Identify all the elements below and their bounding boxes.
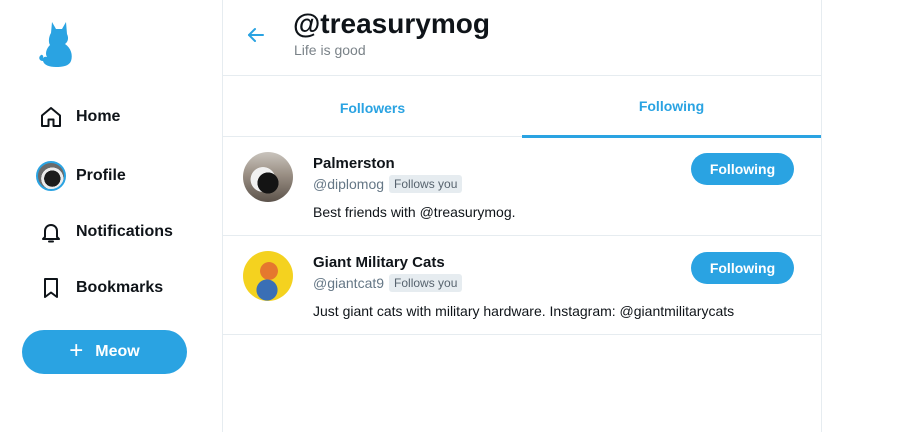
nav-profile-label: Profile [76, 167, 126, 184]
user-description: Just giant cats with military hardware. … [313, 303, 735, 319]
bell-icon [36, 217, 66, 247]
following-button[interactable]: Following [691, 252, 794, 284]
list-item[interactable]: Giant Military Cats @giantcat9 Follows y… [223, 236, 822, 335]
nav-bookmarks-label: Bookmarks [76, 279, 164, 296]
avatar[interactable] [243, 251, 293, 301]
meow-button-label: Meow [95, 343, 140, 360]
user-name[interactable]: Giant Military Cats [313, 254, 445, 271]
nav-home-label: Home [76, 108, 121, 125]
plus-icon: + [69, 337, 84, 364]
follows-you-badge: Follows you [389, 175, 463, 193]
follows-you-badge: Follows you [389, 274, 463, 292]
list-item[interactable]: Palmerston @diplomog Follows you Best fr… [223, 137, 822, 236]
arrow-left-icon[interactable] [245, 24, 267, 46]
main-column: @treasurymog Life is good Followers Foll… [222, 0, 822, 432]
following-button[interactable]: Following [691, 153, 794, 185]
nav-notifications[interactable]: Notifications [36, 214, 173, 250]
user-name[interactable]: Palmerston [313, 155, 395, 172]
avatar[interactable] [243, 152, 293, 202]
avatar [36, 161, 66, 191]
nav-home[interactable]: Home [36, 99, 120, 135]
nav-notifications-label: Notifications [76, 223, 173, 240]
cat-logo-icon[interactable] [38, 20, 74, 68]
nav-profile[interactable]: Profile [36, 158, 126, 194]
app: Home Profile Notifications Bookmarks + M… [0, 0, 901, 432]
sidebar: Home Profile Notifications Bookmarks + M… [0, 0, 222, 432]
user-handle[interactable]: @giantcat9 [313, 275, 384, 291]
profile-avatar [36, 161, 66, 191]
user-handle[interactable]: @diplomog [313, 176, 384, 192]
tab-followers[interactable]: Followers [223, 76, 522, 137]
home-icon [36, 102, 66, 132]
bookmark-icon [36, 273, 66, 303]
user-description: Best friends with @treasurymog. [313, 204, 516, 220]
page-title: @treasurymog [293, 8, 490, 39]
tab-following[interactable]: Following [522, 76, 821, 138]
meow-button[interactable]: + Meow [22, 330, 187, 374]
profile-header: @treasurymog Life is good [223, 0, 822, 76]
user-meta: @giantcat9 Follows you [313, 274, 463, 292]
profile-bio: Life is good [294, 42, 366, 58]
nav-bookmarks[interactable]: Bookmarks [36, 270, 163, 306]
user-meta: @diplomog Follows you [313, 175, 463, 193]
follow-tabs: Followers Following [223, 76, 822, 138]
